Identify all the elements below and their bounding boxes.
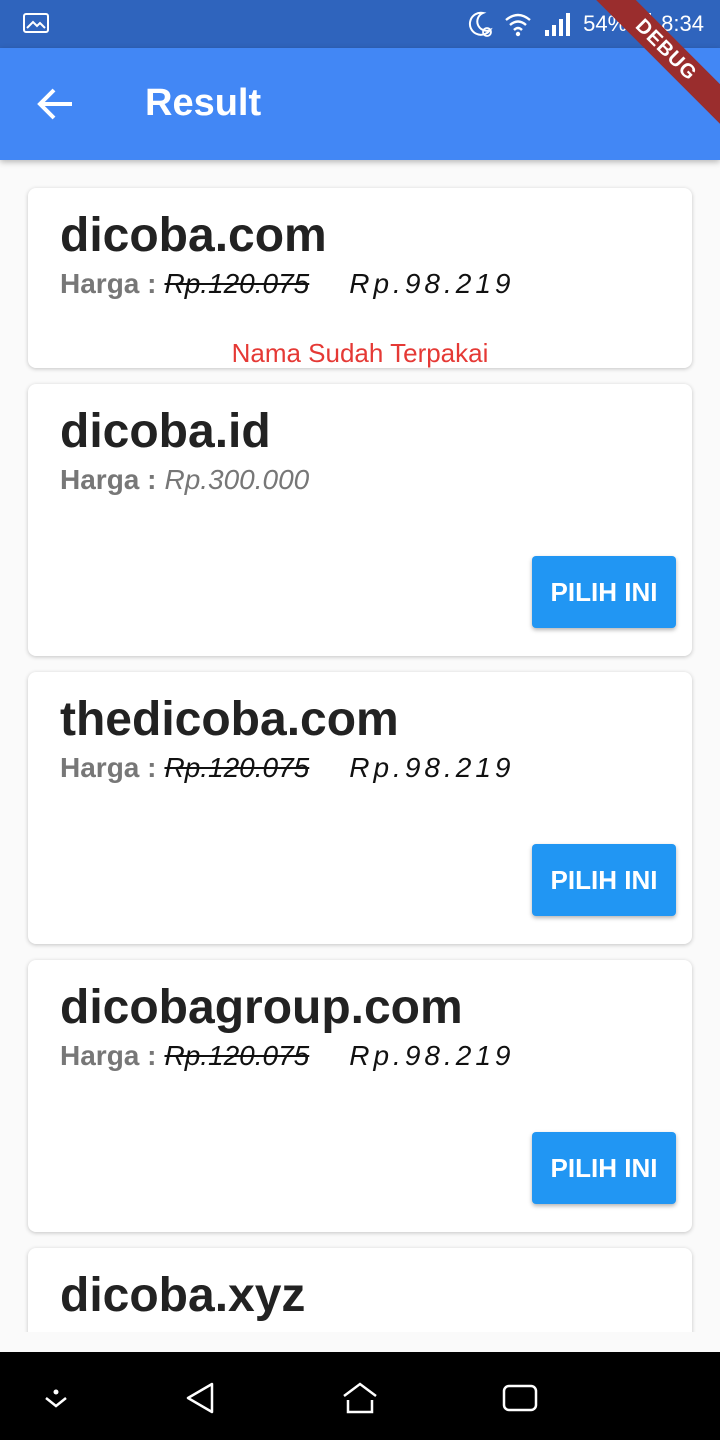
old-price: Rp.120.075	[164, 268, 310, 299]
harga-label: Harga :	[60, 268, 157, 299]
domain-name: dicoba.xyz	[60, 1269, 306, 1322]
harga-label: Harga :	[60, 1040, 157, 1071]
old-price: Rp.120.075	[164, 1040, 310, 1071]
price-row: Harga : Rp.120.075 Rp.98.219	[60, 1040, 514, 1072]
discount-price: Rp.98.219	[349, 268, 515, 299]
result-card: dicoba.com Harga : Rp.120.075 Rp.98.219 …	[28, 188, 692, 368]
choose-button[interactable]: PILIH INI	[532, 844, 676, 916]
choose-button[interactable]: PILIH INI	[532, 1132, 676, 1204]
result-card: thedicoba.com Harga : Rp.120.075 Rp.98.2…	[28, 672, 692, 944]
moon-icon	[469, 11, 493, 37]
page-title: Result	[145, 82, 262, 124]
price-row: Harga : Rp.300.000	[60, 464, 309, 496]
signal-icon	[545, 13, 571, 36]
domain-name: dicoba.com	[60, 209, 327, 262]
old-price: Rp.120.075	[164, 752, 310, 783]
recents-icon[interactable]	[500, 1378, 540, 1418]
price-row: Harga : Rp.120.075 Rp.98.219	[60, 268, 514, 300]
result-card: dicoba.id Harga : Rp.300.000 PILIH INI	[28, 384, 692, 656]
chevron-down-icon[interactable]	[36, 1378, 76, 1418]
price: Rp.300.000	[164, 464, 310, 495]
domain-name: dicoba.id	[60, 405, 271, 458]
result-card: dicoba.xyz	[28, 1248, 692, 1332]
wifi-icon	[505, 13, 531, 37]
back-triangle-icon[interactable]	[180, 1378, 220, 1418]
domain-taken-message: Nama Sudah Terpakai	[231, 338, 489, 368]
result-card: dicobagroup.com Harga : Rp.120.075 Rp.98…	[28, 960, 692, 1232]
image-icon	[23, 13, 49, 33]
domain-name: dicobagroup.com	[60, 981, 463, 1034]
choose-button[interactable]: PILIH INI	[532, 556, 676, 628]
navigation-bar	[0, 1352, 720, 1440]
harga-label: Harga :	[60, 464, 157, 495]
price-row: Harga : Rp.120.075 Rp.98.219	[60, 752, 514, 784]
discount-price: Rp.98.219	[349, 1040, 515, 1071]
result-list[interactable]: dicoba.com Harga : Rp.120.075 Rp.98.219 …	[0, 160, 720, 1332]
discount-price: Rp.98.219	[349, 752, 515, 783]
arrow-left-icon[interactable]	[36, 86, 76, 122]
app-bar: Result	[0, 48, 720, 160]
home-icon[interactable]	[340, 1378, 380, 1418]
domain-name: thedicoba.com	[60, 693, 399, 746]
harga-label: Harga :	[60, 752, 157, 783]
